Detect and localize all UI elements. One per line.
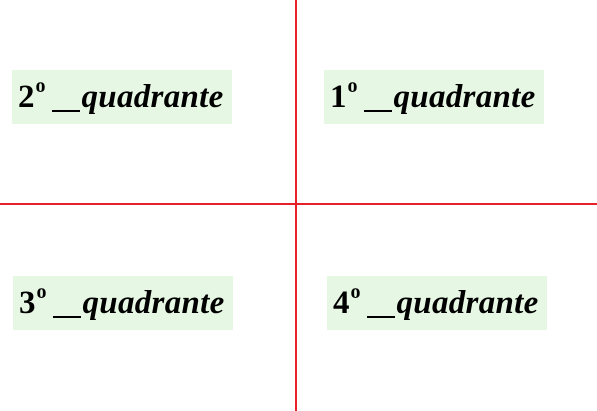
quadrant-3-word: quadrante bbox=[82, 284, 225, 321]
quadrant-1-number: 1 bbox=[330, 78, 347, 115]
quadrant-3-label: 3o_quadrante bbox=[13, 276, 233, 330]
quadrant-2-label: 2o_quadrante bbox=[12, 70, 232, 124]
quadrant-4-ordinal: o bbox=[350, 280, 361, 303]
vertical-axis bbox=[295, 0, 297, 411]
quadrant-1-word: quadrante bbox=[393, 78, 536, 115]
quadrant-2-number: 2 bbox=[18, 78, 35, 115]
quadrant-3-number: 3 bbox=[19, 284, 36, 321]
quadrant-2-separator: _ bbox=[51, 82, 80, 112]
quadrant-4-number: 4 bbox=[333, 284, 350, 321]
quadrant-3-separator: _ bbox=[52, 288, 81, 318]
quadrant-1-ordinal: o bbox=[347, 74, 358, 97]
quadrant-1-separator: _ bbox=[363, 82, 392, 112]
quadrant-3-ordinal: o bbox=[36, 280, 47, 303]
quadrant-2-word: quadrante bbox=[81, 78, 224, 115]
quadrant-4-separator: _ bbox=[366, 288, 395, 318]
quadrant-1-label: 1o_quadrante bbox=[324, 70, 544, 124]
horizontal-axis bbox=[0, 203, 597, 205]
quadrant-4-word: quadrante bbox=[396, 284, 539, 321]
quadrant-2-ordinal: o bbox=[35, 74, 46, 97]
quadrant-4-label: 4o_quadrante bbox=[327, 276, 547, 330]
